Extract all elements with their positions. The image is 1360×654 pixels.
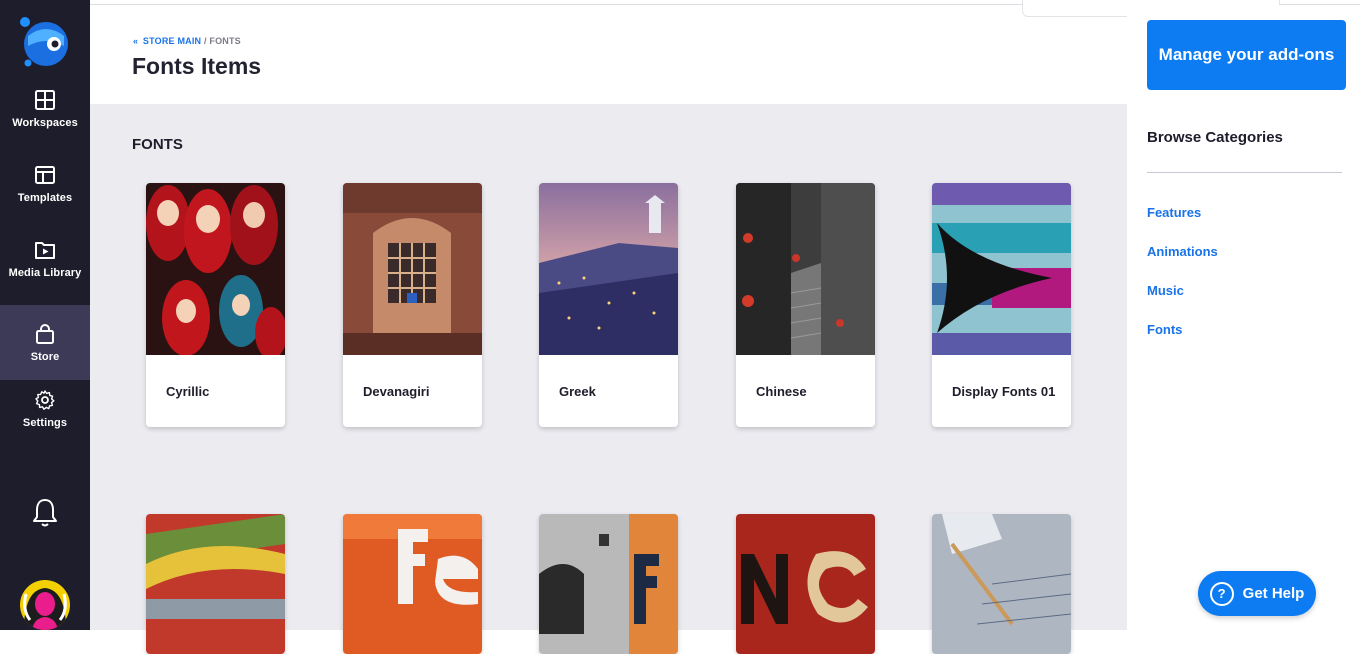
card-thumbnail	[932, 183, 1071, 355]
category-link-music[interactable]: Music	[1147, 283, 1184, 298]
card-thumbnail	[539, 514, 678, 654]
sidebar-item-label: Templates	[17, 191, 73, 204]
sidebar-item-label: Settings	[22, 416, 68, 429]
font-card-chinese[interactable]: Chinese	[736, 183, 875, 427]
card-title: Chinese	[756, 384, 807, 399]
avatar[interactable]	[20, 580, 70, 630]
right-panel: Manage your add-ons Browse Categories Fe…	[1127, 5, 1360, 630]
card-title: Devanagiri	[363, 384, 430, 399]
get-help-button[interactable]: ? Get Help	[1198, 571, 1316, 616]
font-card-cyrillic[interactable]: Cyrillic	[146, 183, 285, 427]
card-title: Greek	[559, 384, 596, 399]
font-card[interactable]	[343, 514, 482, 654]
main-content: FONTS Cyrillic Devanagiri Greek Chinese …	[90, 104, 1127, 654]
media-play-icon	[35, 241, 55, 259]
card-title: Display Fonts 01	[952, 384, 1056, 399]
get-help-label: Get Help	[1242, 585, 1305, 602]
font-card-greek[interactable]: Greek	[539, 183, 678, 427]
sidebar-item-label: Store	[30, 350, 60, 363]
card-thumbnail	[343, 183, 482, 355]
sidebar-item-label: Workspaces	[12, 116, 78, 129]
sidebar-item-label: Media Library	[8, 266, 82, 279]
card-thumbnail	[736, 514, 875, 654]
chevron-left-icon: «	[133, 36, 139, 46]
font-card[interactable]	[932, 514, 1071, 654]
sidebar-item-workspaces[interactable]: Workspaces	[0, 71, 90, 146]
font-card-devanagiri[interactable]: Devanagiri	[343, 183, 482, 427]
sidebar-item-templates[interactable]: Templates	[0, 146, 90, 221]
category-link-features[interactable]: Features	[1147, 205, 1201, 220]
card-thumbnail	[736, 183, 875, 355]
sidebar-item-store[interactable]: Store	[0, 305, 90, 380]
card-thumbnail	[932, 514, 1071, 654]
browse-categories-title: Browse Categories	[1147, 129, 1283, 146]
font-card[interactable]	[146, 514, 285, 654]
font-card[interactable]	[539, 514, 678, 654]
card-thumbnail	[146, 183, 285, 355]
divider	[1147, 172, 1342, 173]
breadcrumb: « STORE MAIN / FONTS	[133, 36, 241, 46]
category-link-animations[interactable]: Animations	[1147, 244, 1218, 259]
app-logo-icon[interactable]	[18, 16, 72, 70]
sidebar-item-settings[interactable]: Settings	[0, 371, 90, 446]
sidebar: Workspaces Templates Media Library Store…	[0, 0, 90, 630]
font-card[interactable]	[736, 514, 875, 654]
bell-icon[interactable]	[30, 497, 60, 529]
shopping-bag-icon	[36, 323, 54, 344]
page-title: Fonts Items	[132, 53, 262, 79]
section-title: FONTS	[132, 136, 183, 153]
breadcrumb-current: FONTS	[209, 36, 241, 46]
category-link-fonts[interactable]: Fonts	[1147, 322, 1182, 337]
card-title: Cyrillic	[166, 384, 210, 399]
gear-icon	[35, 389, 55, 410]
question-circle-icon: ?	[1209, 581, 1234, 606]
sidebar-item-media-library[interactable]: Media Library	[0, 221, 90, 296]
grid-icon	[35, 89, 55, 110]
card-thumbnail	[343, 514, 482, 654]
breadcrumb-store-main[interactable]: STORE MAIN	[143, 36, 201, 46]
manage-addons-button[interactable]: Manage your add-ons	[1147, 20, 1346, 90]
breadcrumb-separator: /	[203, 36, 207, 46]
layout-icon	[35, 165, 55, 184]
card-thumbnail	[539, 183, 678, 355]
font-card-display-fonts-01[interactable]: Display Fonts 01	[932, 183, 1071, 427]
card-thumbnail	[146, 514, 285, 654]
